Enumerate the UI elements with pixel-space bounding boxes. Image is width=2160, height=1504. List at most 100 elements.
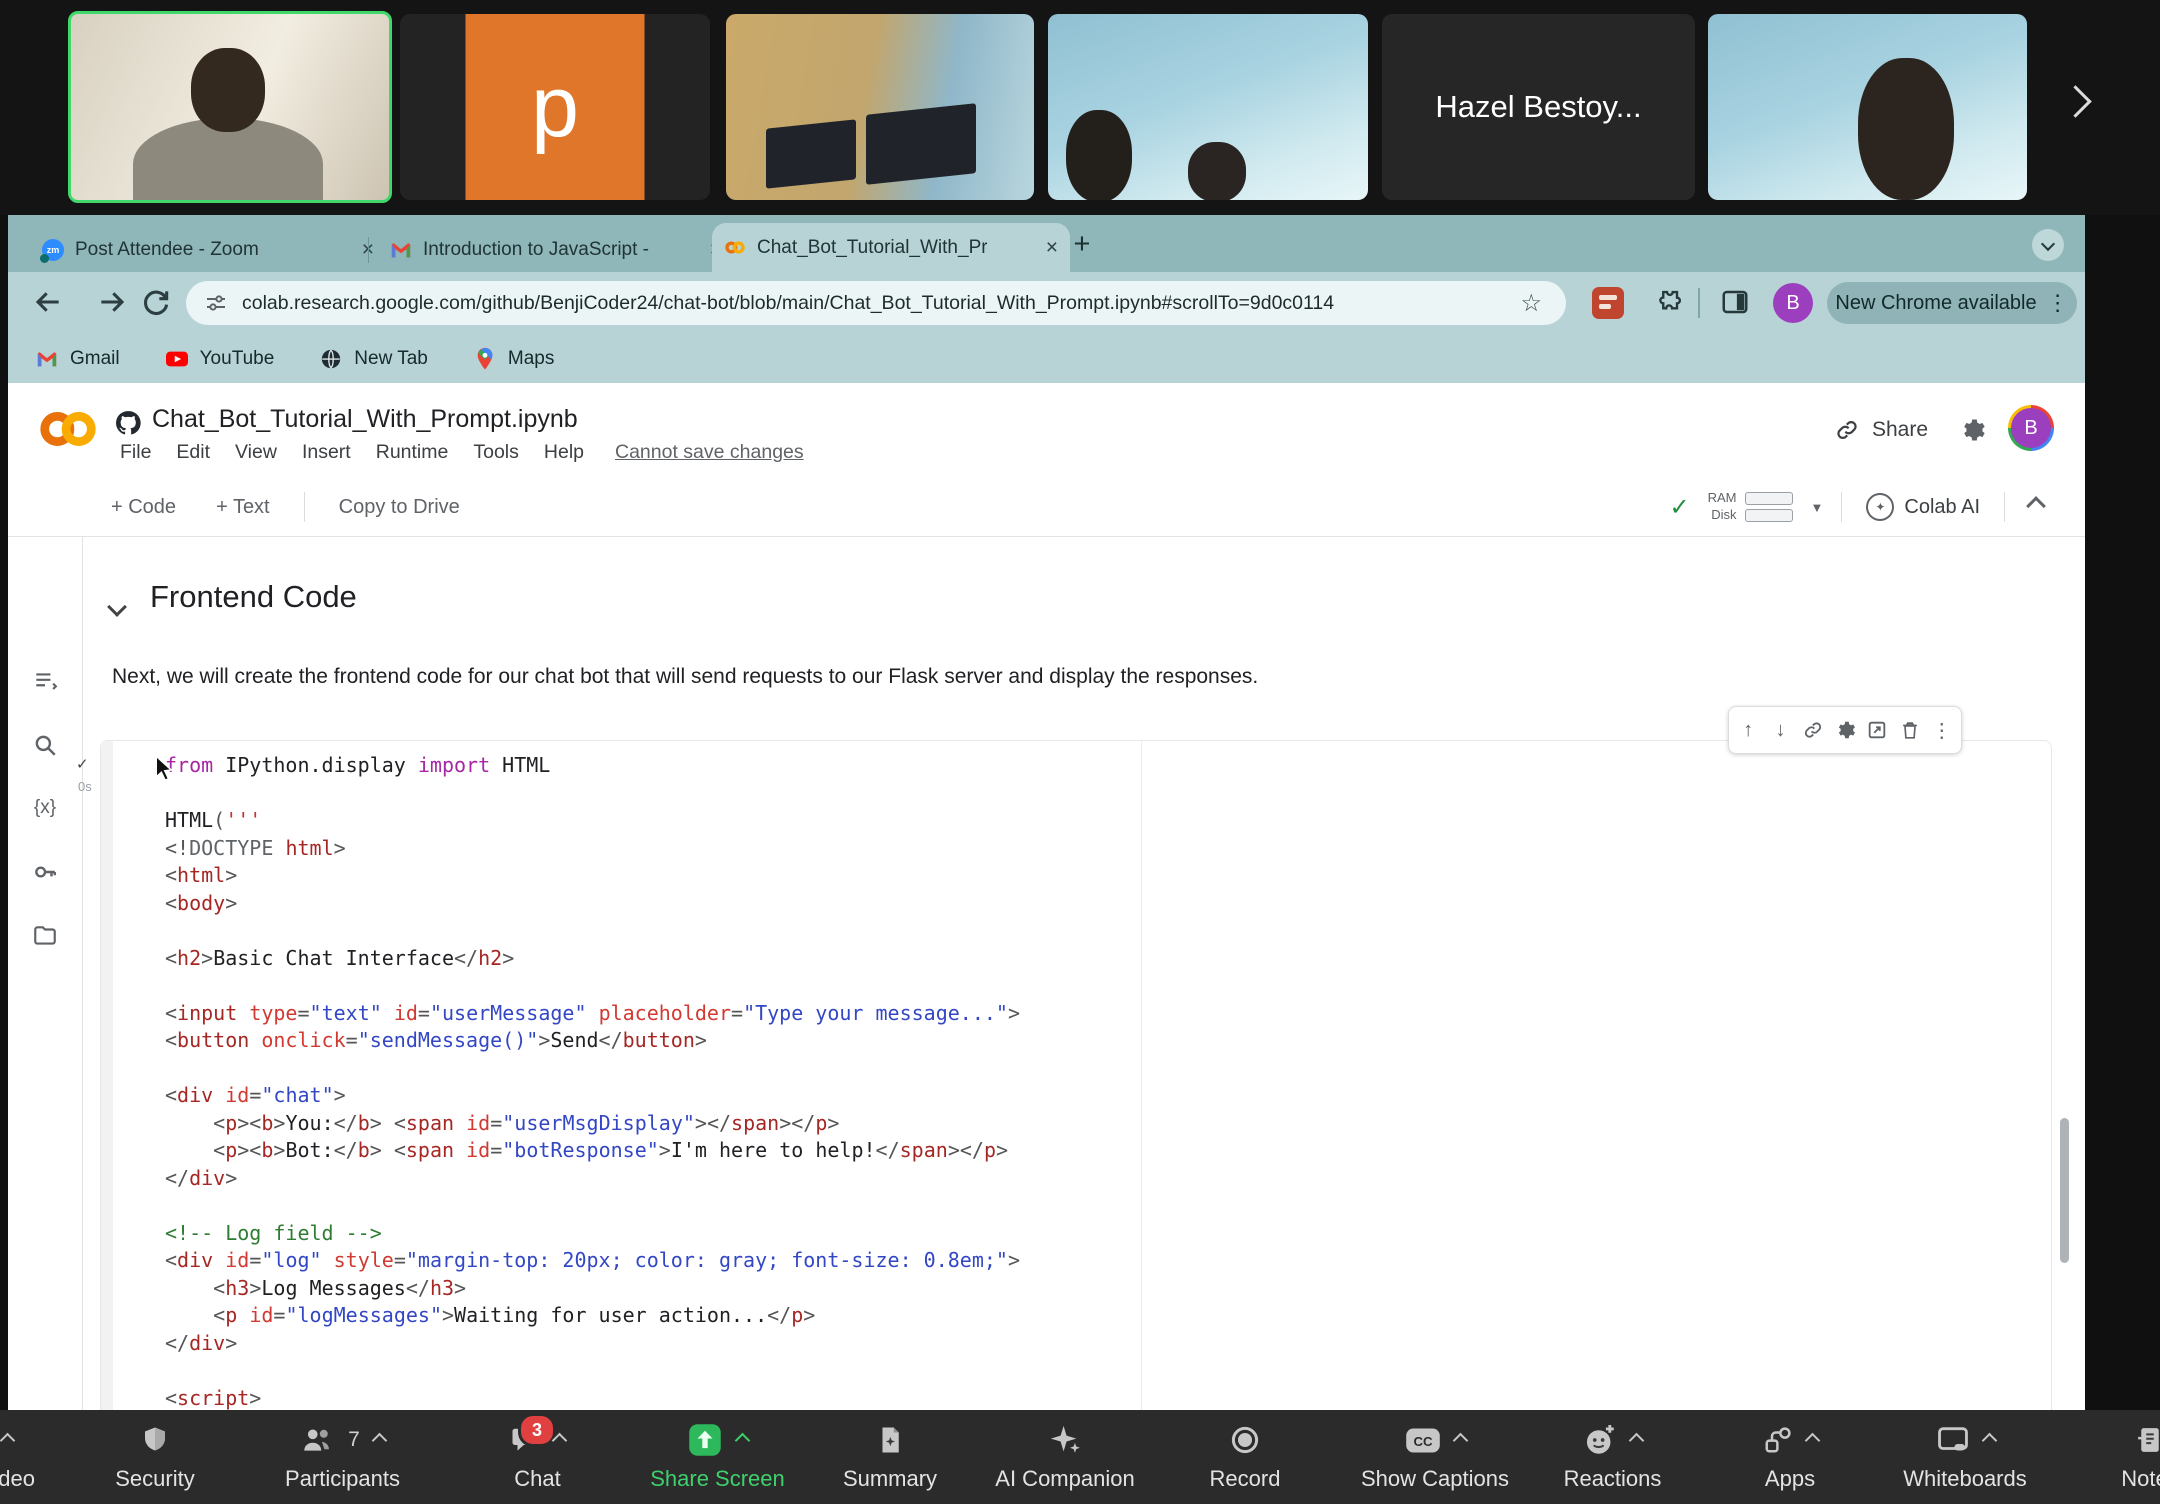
navbar-divider bbox=[1698, 288, 1700, 318]
ram-disk-indicator[interactable]: RAM Disk bbox=[1708, 490, 1793, 524]
unread-badge: 3 bbox=[518, 1413, 556, 1447]
participant-tile[interactable] bbox=[726, 14, 1034, 200]
cell-settings-button[interactable] bbox=[1832, 717, 1858, 743]
zoom-toolbar-record[interactable]: Record bbox=[1185, 1418, 1305, 1500]
zoom-toolbar-summary[interactable]: Summary bbox=[830, 1418, 950, 1500]
notebook-title[interactable]: Chat_Bot_Tutorial_With_Prompt.ipynb bbox=[152, 405, 578, 434]
address-bar[interactable]: colab.research.google.com/github/BenjiCo… bbox=[186, 281, 1566, 325]
section-collapse-icon[interactable] bbox=[104, 599, 130, 618]
chevron-up-icon[interactable] bbox=[1452, 1432, 1468, 1448]
side-panel-icon[interactable] bbox=[1714, 285, 1750, 321]
add-text-button[interactable]: + Text bbox=[210, 495, 276, 520]
notebook-scrollbar[interactable] bbox=[2060, 1118, 2069, 1263]
code-token: p bbox=[225, 1138, 237, 1162]
delete-cell-button[interactable] bbox=[1897, 717, 1923, 743]
chevron-up-icon[interactable] bbox=[735, 1432, 751, 1448]
participant-tile[interactable]: p bbox=[400, 14, 710, 200]
copy-cell-link-button[interactable] bbox=[1800, 717, 1826, 743]
chevron-up-icon bbox=[2026, 496, 2046, 516]
chevron-up-icon[interactable] bbox=[1804, 1432, 1820, 1448]
zoom-toolbar-reactions[interactable]: Reactions bbox=[1545, 1418, 1680, 1500]
participant-tile[interactable] bbox=[68, 11, 392, 203]
menu-item-runtime[interactable]: Runtime bbox=[376, 441, 449, 464]
colab-account-avatar[interactable]: B bbox=[2008, 405, 2054, 451]
bookmark-item[interactable]: YouTube bbox=[166, 348, 275, 370]
chevron-down-icon bbox=[107, 597, 127, 617]
files-folder-icon[interactable] bbox=[24, 915, 66, 957]
share-button[interactable]: Share bbox=[1828, 416, 1934, 444]
menu-item-help[interactable]: Help bbox=[544, 441, 584, 464]
zoom-toolbar-show-captions[interactable]: CCShow Captions bbox=[1340, 1418, 1530, 1500]
forward-button[interactable] bbox=[94, 285, 130, 321]
zoom-toolbar-apps[interactable]: Apps bbox=[1730, 1418, 1850, 1500]
site-settings-icon bbox=[204, 291, 228, 315]
variables-icon[interactable]: {x} bbox=[24, 787, 66, 829]
code-token: > bbox=[225, 1166, 237, 1190]
extension-icon[interactable] bbox=[1592, 287, 1624, 319]
zoom-toolbar-share-screen[interactable]: Share Screen bbox=[630, 1418, 805, 1500]
colab-logo[interactable] bbox=[36, 405, 100, 458]
browser-tab[interactable]: zmPost Attendee - Zoom× bbox=[30, 228, 386, 272]
bookmark-star-icon[interactable]: ☆ bbox=[1514, 288, 1548, 319]
zoom-toolbar-notes[interactable]: Notes bbox=[2085, 1418, 2160, 1500]
bookmark-item[interactable]: Gmail bbox=[36, 348, 120, 370]
zoom-meeting-window: pHazel Bestoy... + zmPost Attendee - Zoo… bbox=[0, 0, 2160, 1504]
zoom-toolbar-security[interactable]: Security bbox=[100, 1418, 210, 1500]
chevron-up-icon[interactable] bbox=[1629, 1432, 1645, 1448]
participant-silhouette bbox=[1858, 58, 1954, 200]
code-token: "sendMessage()" bbox=[358, 1028, 539, 1052]
chevron-up-icon[interactable] bbox=[372, 1432, 388, 1448]
code-token: < bbox=[165, 1386, 177, 1410]
table-of-contents-icon[interactable] bbox=[24, 661, 66, 703]
code-token: DOCTYPE bbox=[189, 836, 273, 860]
next-participants-button[interactable] bbox=[2052, 80, 2098, 126]
cell-more-actions-button[interactable]: ⋮ bbox=[1929, 717, 1955, 743]
tab-search-button[interactable] bbox=[2032, 229, 2064, 261]
colab-ai-button[interactable]: ✦ Colab AI bbox=[1860, 492, 1986, 522]
participant-tile[interactable] bbox=[1048, 14, 1368, 200]
move-cell-down-button[interactable]: ↓ bbox=[1768, 717, 1794, 743]
bookmark-item[interactable]: New Tab bbox=[320, 348, 428, 370]
zoom-toolbar-whiteboards[interactable]: Whiteboards bbox=[1880, 1418, 2050, 1500]
menu-item-edit[interactable]: Edit bbox=[176, 441, 210, 464]
toolbar-divider bbox=[1841, 492, 1842, 522]
browser-profile-avatar[interactable]: B bbox=[1773, 283, 1813, 323]
back-button[interactable] bbox=[30, 285, 66, 321]
code-editor[interactable]: from IPython.display import HTML HTML(''… bbox=[165, 753, 2031, 1410]
tab-close-icon[interactable]: × bbox=[1032, 236, 1058, 260]
tab-close-icon[interactable]: × bbox=[348, 238, 374, 262]
gear-icon[interactable] bbox=[1952, 415, 1992, 448]
reload-button[interactable] bbox=[138, 285, 174, 321]
extensions-puzzle-icon[interactable] bbox=[1646, 285, 1682, 321]
chevron-up-icon[interactable] bbox=[1981, 1432, 1997, 1448]
code-cell[interactable]: from IPython.display import HTML HTML(''… bbox=[100, 740, 2052, 1410]
secrets-key-icon[interactable] bbox=[24, 851, 66, 893]
bookmark-item[interactable]: Maps bbox=[474, 348, 554, 370]
open-window-icon bbox=[1866, 719, 1888, 741]
chevron-up-icon[interactable] bbox=[0, 1432, 15, 1448]
menu-item-view[interactable]: View bbox=[235, 441, 277, 464]
zoom-toolbar-video[interactable]: Video bbox=[0, 1418, 52, 1500]
zoom-toolbar-participants[interactable]: 7Participants bbox=[255, 1418, 430, 1500]
open-in-new-button[interactable] bbox=[1864, 717, 1890, 743]
resources-dropdown-icon[interactable]: ▼ bbox=[1811, 500, 1824, 515]
search-icon[interactable] bbox=[24, 724, 66, 766]
code-token: b bbox=[261, 1138, 273, 1162]
browser-tab[interactable]: Chat_Bot_Tutorial_With_Pro× bbox=[712, 223, 1070, 272]
avatar-letter: p bbox=[531, 64, 579, 150]
move-cell-up-button[interactable]: ↑ bbox=[1735, 717, 1761, 743]
code-token: < bbox=[165, 1083, 177, 1107]
participant-tile[interactable]: Hazel Bestoy... bbox=[1382, 14, 1695, 200]
new-chrome-available-button[interactable]: New Chrome available ⋮ bbox=[1827, 282, 2077, 324]
menu-item-insert[interactable]: Insert bbox=[302, 441, 351, 464]
add-code-button[interactable]: + Code bbox=[105, 495, 182, 520]
collapse-header-button[interactable] bbox=[2023, 498, 2049, 517]
menu-item-file[interactable]: File bbox=[120, 441, 151, 464]
zoom-toolbar-ai-companion[interactable]: AI Companion bbox=[975, 1418, 1155, 1500]
browser-tab[interactable]: Introduction to JavaScript - b× bbox=[378, 228, 734, 272]
menu-item-tools[interactable]: Tools bbox=[473, 441, 519, 464]
participant-tile[interactable] bbox=[1708, 14, 2027, 200]
copy-to-drive-button[interactable]: Copy to Drive bbox=[333, 495, 466, 520]
save-status-link[interactable]: Cannot save changes bbox=[615, 441, 804, 463]
zoom-toolbar-chat[interactable]: 3Chat bbox=[470, 1418, 605, 1500]
